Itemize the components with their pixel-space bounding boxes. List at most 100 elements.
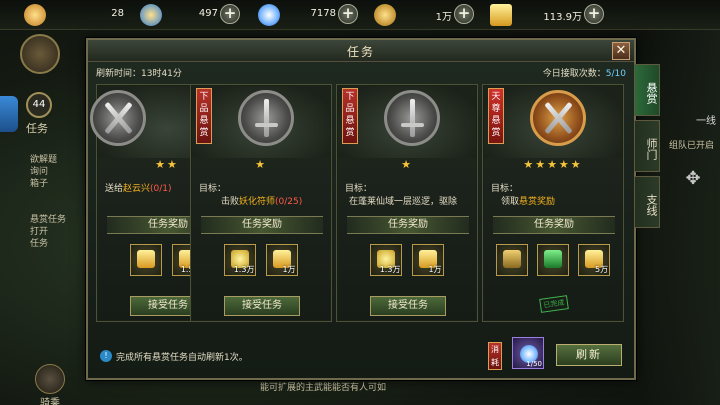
game-screen: 44 任务 欲解题 询问 箱子 悬赏任务 打开 任务 骑乘 一线 组队已开启 ✥… <box>0 0 720 405</box>
bounty-grade-badge: 下品悬赏 <box>196 88 212 144</box>
reward-items: 1.3万 1万 <box>191 244 331 280</box>
target-text: 领取 <box>501 197 520 207</box>
card-target: 目标： 领取悬赏奖励 <box>491 183 617 209</box>
item-qty: 1万 <box>428 265 442 274</box>
quest-line: 打开 <box>30 227 49 237</box>
bounty-card[interactable]: 天尊悬赏 ★★★★★ 目标： 领取悬赏奖励 任务奖励 5万 已完成 <box>482 84 624 322</box>
card-art: 下品悬赏 <box>192 86 330 158</box>
currency-value: 7178 <box>310 8 336 19</box>
mount-button[interactable]: 骑乘 <box>32 364 68 405</box>
jade-disc-icon <box>258 4 280 26</box>
auto-refresh-note: 完成所有悬赏任务自动刷新1次。 <box>116 353 248 363</box>
card-art: 天尊悬赏 <box>484 86 622 158</box>
currency-jade-disc: 7178 + <box>258 4 362 26</box>
sword-emblem-icon <box>384 90 440 146</box>
horse-icon <box>35 364 65 394</box>
cost-qty: 1/50 <box>526 360 542 368</box>
side-expand-button[interactable] <box>0 96 18 132</box>
currency-value: 497 <box>198 8 218 19</box>
refresh-button[interactable]: 刷新 <box>556 344 622 366</box>
reward-item[interactable]: 1.3万 <box>370 244 403 276</box>
item-qty: 1万 <box>282 265 296 274</box>
reward-item[interactable]: 1万 <box>265 244 298 276</box>
refresh-cost-item[interactable]: 1/50 <box>512 337 544 369</box>
add-jade-disc-button[interactable]: + <box>338 4 358 24</box>
target-highlight: 悬赏奖励 <box>519 197 556 207</box>
team-line-label: 一线 <box>696 116 716 127</box>
quest-tracker-title[interactable]: 任务 <box>26 120 48 138</box>
accept-count-value: 5/10 <box>605 69 626 79</box>
currency-gold-ingot: 28 <box>24 4 134 26</box>
gold-ingot-icon <box>24 4 46 26</box>
tab-side-quest[interactable]: 支线 <box>634 176 660 228</box>
reward-item[interactable] <box>495 244 528 276</box>
spirit-coin-icon <box>140 4 162 26</box>
target-highlight: 妖化符师 <box>239 197 276 207</box>
copper-coin-icon <box>374 4 396 26</box>
target-progress: (0/1) <box>150 184 172 194</box>
reward-title: 任务奖励 <box>493 216 615 234</box>
info-icon: ! <box>100 350 112 362</box>
close-button[interactable]: ✕ <box>612 42 630 60</box>
add-ticket-button[interactable]: + <box>584 4 604 24</box>
quest-dialog: 任务 ✕ 刷新时间：13时41分 今日接取次数：5/10 ★★ 送给赵云兴(0/… <box>86 38 636 380</box>
treasure-chest-icon <box>502 250 521 268</box>
currency-ticket: 113.9万 + <box>490 4 606 26</box>
currency-spirit-coin: 497 + <box>140 4 244 26</box>
background-left-hud: 44 任务 欲解题 询问 箱子 悬赏任务 打开 任务 骑乘 <box>0 30 92 405</box>
target-prefix: 目标： <box>345 184 373 194</box>
reward-item[interactable]: 5万 <box>578 244 611 276</box>
add-copper-coin-button[interactable]: + <box>454 4 474 24</box>
sword-emblem-icon <box>238 90 294 146</box>
ticket-icon <box>490 4 512 26</box>
currency-copper-coin: 1万 + <box>374 4 478 26</box>
target-text: 击败 <box>221 197 240 207</box>
item-qty: 5万 <box>595 265 609 274</box>
add-spirit-coin-button[interactable]: + <box>220 4 240 24</box>
bounty-grade-badge: 天尊悬赏 <box>488 88 504 144</box>
tab-sect[interactable]: 师门 <box>634 120 660 172</box>
team-status-text: 组队已开启 <box>668 141 714 151</box>
item-qty: 1.3万 <box>233 265 255 274</box>
reward-item[interactable] <box>130 244 163 276</box>
card-stars: ★ <box>255 158 267 171</box>
currency-value: 1万 <box>435 12 452 23</box>
accept-quest-button[interactable]: 接受任务 <box>224 296 300 316</box>
move-cross-icon[interactable]: ✥ <box>682 168 704 190</box>
reward-item[interactable] <box>537 244 569 276</box>
currency-value: 113.9万 <box>543 12 582 23</box>
target-prefix: 目标： <box>491 184 519 194</box>
accept-count: 今日接取次数：5/10 <box>543 66 626 79</box>
target-prefix: 目标： <box>199 184 227 194</box>
crossed-swords-gold-icon <box>530 90 586 146</box>
player-avatar[interactable] <box>20 34 60 74</box>
quest-line: 箱子 <box>30 179 49 189</box>
quest-line: 询问 <box>30 167 49 177</box>
card-stars: ★ <box>401 158 413 171</box>
target-text: 送给 <box>105 184 124 194</box>
tab-bounty[interactable]: 悬赏 <box>634 64 660 116</box>
dialog-title-bar: 任务 ✕ <box>88 40 634 62</box>
currency-bar: 28 497 + 7178 + 1万 + 113.9万 + <box>0 0 720 30</box>
reward-item[interactable]: 1.3万 <box>224 244 257 276</box>
reward-title: 任务奖励 <box>347 216 469 234</box>
reward-items: 5万 <box>483 244 623 280</box>
target-progress: (0/25) <box>275 197 303 207</box>
card-target: 目标： 击败妖化符师(0/25) <box>199 183 325 209</box>
bounty-card[interactable]: 下品悬赏 ★ 目标： 在蓬莱仙域一层巡逻，驱除 任务奖励 1.3万 1万 接受任务 <box>336 84 478 322</box>
player-level: 44 <box>26 92 52 118</box>
target-text: 在蓬莱仙域一层巡逻，驱除 <box>349 197 458 207</box>
ticket-icon <box>137 250 156 268</box>
currency-value: 28 <box>111 8 124 19</box>
background-chat-text: 能可扩展的主武能能否有人可如 <box>260 383 387 393</box>
quest-line: 悬赏任务 <box>30 215 67 225</box>
card-stars: ★★★★★ <box>523 158 583 171</box>
accept-quest-button[interactable]: 接受任务 <box>370 296 446 316</box>
jade-bottle-icon <box>544 250 562 268</box>
refresh-time: 刷新时间：13时41分 <box>96 69 182 79</box>
reward-item[interactable]: 1万 <box>411 244 444 276</box>
quest-tracker-list[interactable]: 欲解题 询问 箱子 悬赏任务 打开 任务 <box>30 154 90 250</box>
bounty-card[interactable]: 下品悬赏 ★ 目标： 击败妖化符师(0/25) 任务奖励 1.3万 1万 接受任务 <box>190 84 332 322</box>
card-art: 下品悬赏 <box>338 86 476 158</box>
dialog-title: 任务 <box>346 45 375 59</box>
